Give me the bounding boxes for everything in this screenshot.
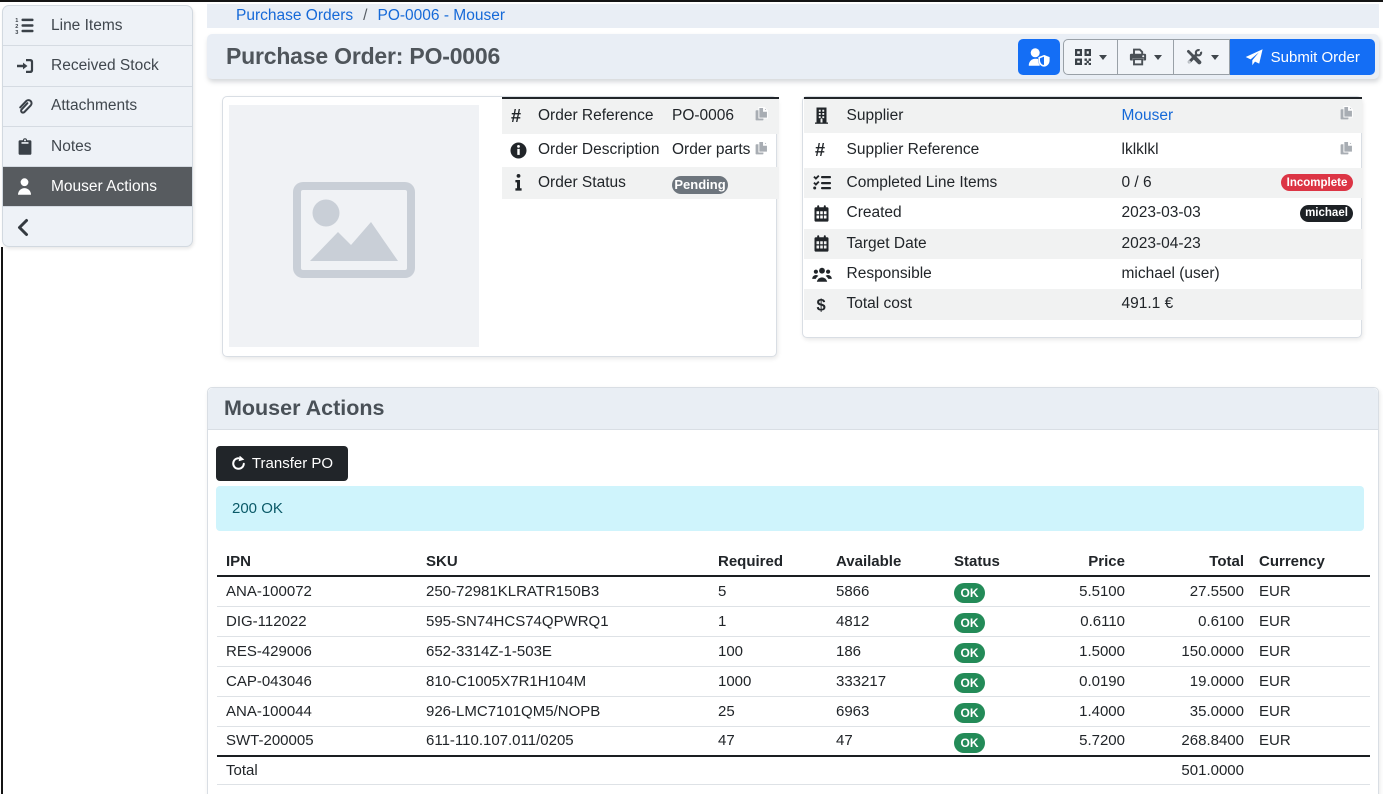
svg-text:3: 3 [15, 30, 18, 34]
svg-text:#: # [511, 107, 521, 125]
svg-text:$: $ [817, 296, 826, 313]
svg-text:#: # [815, 141, 825, 159]
